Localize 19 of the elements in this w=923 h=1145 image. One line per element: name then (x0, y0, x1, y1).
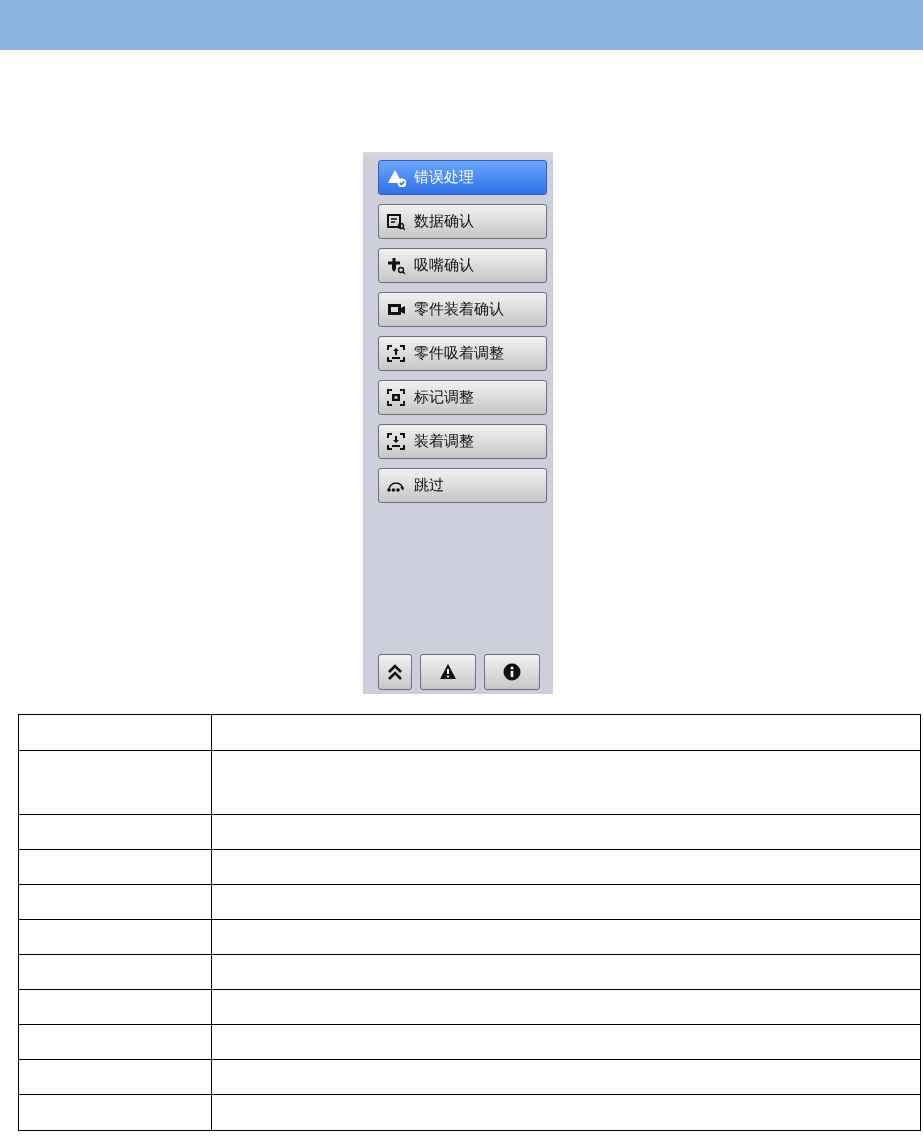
info-button[interactable] (484, 654, 540, 690)
warning-button[interactable] (420, 654, 476, 690)
menu-button[interactable]: 零件吸着调整 (378, 336, 547, 371)
menu-button[interactable]: 吸嘴确认 (378, 248, 547, 283)
double-chevron-up-icon (386, 663, 404, 681)
menu-button[interactable]: 零件装着确认 (378, 292, 547, 327)
collapse-button[interactable] (378, 654, 412, 690)
nozzle-search-icon (387, 256, 406, 275)
menu-button[interactable]: 数据确认 (378, 204, 547, 239)
warning-icon (439, 663, 457, 681)
frame-target-icon (387, 388, 406, 407)
warning-check-icon (387, 168, 406, 187)
document-search-icon (387, 212, 406, 231)
menu-button[interactable]: 跳过 (378, 468, 547, 503)
menu-button[interactable]: 标记调整 (378, 380, 547, 415)
frame-arrow-up-icon (387, 344, 406, 363)
info-icon (503, 663, 521, 681)
frame-arrow-down-icon (387, 432, 406, 451)
menu-button[interactable]: 装着调整 (378, 424, 547, 459)
